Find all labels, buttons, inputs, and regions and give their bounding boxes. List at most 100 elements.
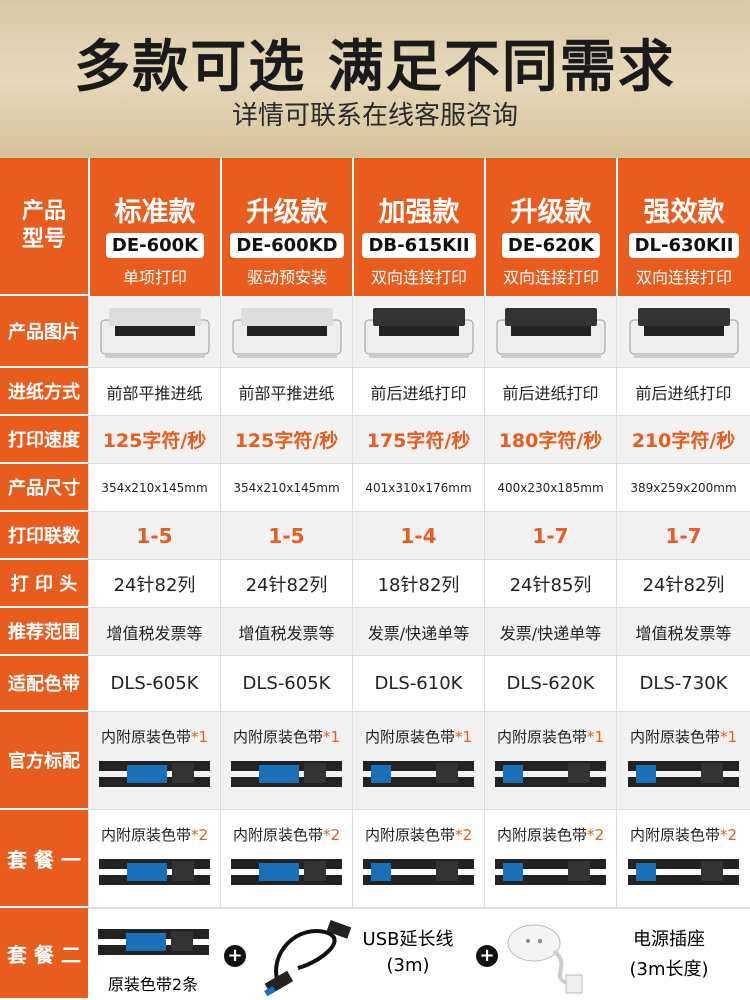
product-name: 标准款 bbox=[114, 197, 196, 228]
package-one: 内附原装色带*2 bbox=[88, 810, 220, 908]
package-note: 内附原装色带*1 bbox=[365, 726, 472, 747]
product-header-1: 标准款 DE-600K 单项打印 bbox=[88, 158, 220, 296]
ribbon-cartridge-icon bbox=[231, 761, 342, 787]
product-header-2: 升级款 DE-600KD 驱动预安装 bbox=[220, 158, 352, 296]
hero-title: 多款可选 满足不同需求 bbox=[74, 35, 676, 100]
package-qty: *2 bbox=[586, 826, 605, 844]
package-qty: *1 bbox=[322, 728, 341, 746]
power-strip-icon bbox=[507, 924, 583, 994]
package-qty: *2 bbox=[454, 826, 473, 844]
label-head: 打 印 头 bbox=[0, 560, 88, 608]
product-feature: 驱动预安装 bbox=[246, 268, 327, 287]
cell-speed: 125字符/秒 bbox=[88, 416, 220, 464]
product-header-5: 强效款 DL-630KII 双向连接打印 bbox=[616, 158, 750, 296]
package-qty: *1 bbox=[454, 728, 473, 746]
cell-speed: 175字符/秒 bbox=[352, 416, 484, 464]
cell-head: 24针82列 bbox=[616, 560, 750, 608]
cell-head: 18针82列 bbox=[352, 560, 484, 608]
printer-icon bbox=[629, 307, 738, 358]
label-pkg1: 套 餐 一 bbox=[0, 810, 88, 908]
cell-feed: 前部平推进纸 bbox=[88, 368, 220, 416]
cell-usage: 增值税发票等 bbox=[616, 608, 750, 656]
label-copies: 打印联数 bbox=[0, 512, 88, 560]
package-note-text: 内附原装色带 bbox=[496, 826, 587, 844]
package-note: 内附原装色带*1 bbox=[101, 726, 208, 747]
ribbon-cartridge-icon bbox=[628, 761, 739, 787]
standard-package: 内附原装色带*1 bbox=[352, 712, 484, 810]
package-qty: *1 bbox=[586, 728, 605, 746]
cell-speed: 210字符/秒 bbox=[616, 416, 750, 464]
cell-ribbon: DLS-605K bbox=[88, 656, 220, 712]
package-note: 内附原装色带*2 bbox=[365, 824, 472, 845]
ribbon-cartridge-icon bbox=[363, 761, 474, 787]
product-header-4: 升级款 DE-620K 双向连接打印 bbox=[484, 158, 616, 296]
printer-icon bbox=[364, 307, 473, 358]
product-model: DE-600K bbox=[105, 233, 205, 258]
product-model: DE-620K bbox=[501, 233, 601, 258]
cell-speed: 180字符/秒 bbox=[484, 416, 616, 464]
product-model: DB-615KII bbox=[362, 233, 476, 258]
cell-usage: 增值税发票等 bbox=[88, 608, 220, 656]
hero-banner: 多款可选 满足不同需求 详情可联系在线客服咨询 bbox=[0, 0, 750, 158]
cell-size: 354x210x145mm bbox=[88, 464, 220, 512]
cell-copies: 1-7 bbox=[616, 512, 750, 560]
cell-feed: 前后进纸打印 bbox=[352, 368, 484, 416]
label-image: 产品图片 bbox=[0, 296, 88, 368]
cell-ribbon: DLS-730K bbox=[616, 656, 750, 712]
power-name: 电源插座 bbox=[633, 929, 705, 950]
package-note-text: 内附原装色带 bbox=[496, 728, 587, 746]
ribbon-cartridge-icon bbox=[99, 859, 210, 885]
cell-feed: 前后进纸打印 bbox=[616, 368, 750, 416]
label-ribbon: 适配色带 bbox=[0, 656, 88, 712]
product-model: DL-630KII bbox=[628, 233, 740, 258]
usb-name: USB延长线 bbox=[362, 929, 454, 950]
package-one: 内附原装色带*2 bbox=[352, 810, 484, 908]
ribbon-cartridge-icon bbox=[495, 761, 606, 787]
package-note: 内附原装色带*1 bbox=[233, 726, 340, 747]
package-one: 内附原装色带*2 bbox=[616, 810, 750, 908]
cell-size: 389x259x200mm bbox=[616, 464, 750, 512]
cell-copies: 1-4 bbox=[352, 512, 484, 560]
label-speed: 打印速度 bbox=[0, 416, 88, 464]
cell-usage: 发票/快递单等 bbox=[352, 608, 484, 656]
printer-icon bbox=[100, 307, 209, 358]
hero-subtitle: 详情可联系在线客服咨询 bbox=[231, 101, 518, 131]
ribbon-cartridge-icon bbox=[628, 859, 739, 885]
label-model: 产品 型号 bbox=[0, 158, 88, 296]
package-note-text: 内附原装色带 bbox=[629, 826, 720, 844]
cell-speed: 125字符/秒 bbox=[220, 416, 352, 464]
package-qty: *2 bbox=[322, 826, 341, 844]
package-one: 内附原装色带*2 bbox=[484, 810, 616, 908]
usb-cable-icon bbox=[264, 919, 352, 997]
cell-head: 24针82列 bbox=[88, 560, 220, 608]
cell-copies: 1-7 bbox=[484, 512, 616, 560]
package-qty: *1 bbox=[190, 728, 209, 746]
plus-icon: + bbox=[476, 945, 498, 967]
label-pkg2: 套 餐 二 bbox=[0, 908, 88, 1000]
cell-usage: 增值税发票等 bbox=[220, 608, 352, 656]
package-qty: *2 bbox=[190, 826, 209, 844]
product-feature: 单项打印 bbox=[122, 268, 187, 287]
cell-ribbon: DLS-610K bbox=[352, 656, 484, 712]
label-size: 产品尺寸 bbox=[0, 464, 88, 512]
standard-package: 内附原装色带*1 bbox=[220, 712, 352, 810]
pkg2-row: 原装色带2条 + USB延长线 (3m) + 电源插座 (3m长度) bbox=[88, 908, 750, 1000]
package-note-text: 内附原装色带 bbox=[100, 826, 191, 844]
cell-size: 400x230x185mm bbox=[484, 464, 616, 512]
ribbon-cartridge-icon bbox=[97, 929, 209, 955]
label-usage: 推荐范围 bbox=[0, 608, 88, 656]
package-note: 内附原装色带*2 bbox=[233, 824, 340, 845]
product-image bbox=[616, 296, 750, 368]
product-header-3: 加强款 DB-615KII 双向连接打印 bbox=[352, 158, 484, 296]
product-image bbox=[352, 296, 484, 368]
package-note-text: 内附原装色带 bbox=[364, 728, 455, 746]
cell-ribbon: DLS-605K bbox=[220, 656, 352, 712]
package-note: 内附原装色带*2 bbox=[497, 824, 604, 845]
printer-icon bbox=[232, 307, 341, 358]
standard-package: 内附原装色带*1 bbox=[616, 712, 750, 810]
plus-icon: + bbox=[224, 945, 246, 967]
product-model: DE-600KD bbox=[230, 233, 344, 258]
package-note-text: 内附原装色带 bbox=[629, 728, 720, 746]
cell-feed: 前后进纸打印 bbox=[484, 368, 616, 416]
cell-usage: 发票/快递单等 bbox=[484, 608, 616, 656]
